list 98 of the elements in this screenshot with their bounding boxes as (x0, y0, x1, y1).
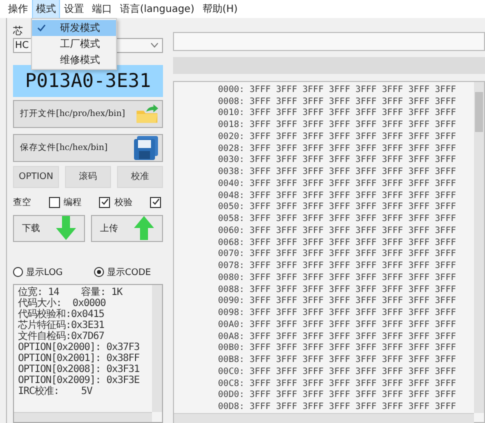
log-line: OPTION[0x2008]: 0x3F31 (18, 364, 140, 375)
hex-data: 3FFF 3FFF 3FFF 3FFF 3FFF 3FFF 3FFF 3FFF (249, 202, 456, 212)
hex-data: 3FFF 3FFF 3FFF 3FFF 3FFF 3FFF 3FFF 3FFF (249, 320, 456, 330)
menu-item[interactable]: 操作 (4, 0, 32, 19)
hex-address: 0028: (218, 144, 244, 154)
checkbox-label: 校验 (114, 196, 132, 209)
log-line: 代码大小: 0x0000 (18, 298, 107, 309)
hex-data: 3FFF 3FFF 3FFF 3FFF 3FFF 3FFF 3FFF 3FFF (249, 332, 456, 342)
hex-address: 0008: (218, 96, 244, 107)
hex-address: 0000: (218, 84, 244, 95)
hex-data: 3FFF 3FFF 3FFF 3FFF 3FFF 3FFF 3FFF 3FFF (249, 366, 456, 377)
log-line: OPTION[0x2009]: 0x3F3E (18, 374, 140, 386)
hex-address: 0070: (218, 249, 244, 260)
menu-option[interactable]: 研发模式 (32, 20, 116, 36)
checkbox-label: 编程 (64, 196, 82, 209)
scrollbar[interactable] (474, 82, 484, 413)
hex-address: 0030: (218, 155, 244, 166)
log-line: 文件自检码:0x7D67 (18, 330, 106, 342)
hex-data: 3FFF 3FFF 3FFF 3FFF 3FFF 3FFF 3FFF 3FFF (249, 390, 456, 400)
hex-data: 3FFF 3FFF 3FFF 3FFF 3FFF 3FFF 3FFF 3FFF (249, 308, 456, 318)
hex-data: 3FFF 3FFF 3FFF 3FFF 3FFF 3FFF 3FFF 3FFF (249, 296, 456, 306)
hex-data: 3FFF 3FFF 3FFF 3FFF 3FFF 3FFF 3FFF 3FFF (249, 284, 456, 295)
hex-data: 3FFF 3FFF 3FFF 3FFF 3FFF 3FFF 3FFF 3FFF (249, 238, 456, 248)
scrollbar[interactable] (174, 413, 474, 423)
hex-data: 3FFF 3FFF 3FFF 3FFF 3FFF 3FFF 3FFF 3FFF (249, 378, 456, 389)
hex-data: 3FFF 3FFF 3FFF 3FFF 3FFF 3FFF 3FFF 3FFF (249, 144, 456, 154)
hex-address: 00C0: (218, 366, 244, 377)
radio-option[interactable]: 显示CODE (94, 266, 163, 279)
open-file-button[interactable]: 打开文件[hc/pro/hex/bin] (13, 100, 163, 128)
hex-address: 0068: (218, 238, 244, 248)
hex-data: 3FFF 3FFF 3FFF 3FFF 3FFF 3FFF 3FFF 3FFF (249, 355, 456, 366)
down-arrow-icon (56, 216, 76, 240)
hex-address: 00C8: (218, 378, 244, 389)
radio-option[interactable]: 显示LOG (13, 266, 82, 279)
menu-item[interactable]: 帮助(H) (198, 0, 242, 19)
save-file-button[interactable]: 保存文件[hc/hex/bin] (13, 134, 163, 162)
hex-address: 0020: (218, 132, 244, 142)
hex-address: 0010: (218, 108, 244, 118)
log-line: OPTION[0x2000]: 0x37F3 (18, 342, 140, 353)
hex-address: 0038: (218, 167, 244, 178)
hex-address: 0098: (218, 308, 244, 318)
action-button[interactable]: OPTION (13, 166, 59, 188)
hex-address: 00D0: (218, 390, 244, 400)
hex-data: 3FFF 3FFF 3FFF 3FFF 3FFF 3FFF 3FFF 3FFF (249, 178, 456, 189)
hex-address: 0090: (218, 296, 244, 306)
log-line: OPTION[0x2001]: 0x38FF (18, 352, 140, 364)
hex-address: 00A0: (218, 320, 244, 330)
menu-item[interactable]: 端口 (88, 0, 116, 19)
group-label: 芯 (13, 24, 23, 36)
hex-data: 3FFF 3FFF 3FFF 3FFF 3FFF 3FFF 3FFF 3FFF (249, 108, 456, 118)
hex-address: 0048: (218, 190, 244, 201)
action-button[interactable]: 滚码 (65, 166, 111, 188)
download-button[interactable]: 下载 (13, 214, 85, 242)
hex-data: 3FFF 3FFF 3FFF 3FFF 3FFF 3FFF 3FFF 3FFF (249, 190, 456, 201)
hex-address: 0018: (218, 120, 244, 130)
hex-data: 3FFF 3FFF 3FFF 3FFF 3FFF 3FFF 3FFF 3FFF (249, 155, 456, 166)
hex-data: 3FFF 3FFF 3FFF 3FFF 3FFF 3FFF 3FFF 3FFF (249, 84, 456, 95)
hex-data: 3FFF 3FFF 3FFF 3FFF 3FFF 3FFF 3FFF 3FFF (249, 132, 456, 142)
hex-data: 3FFF 3FFF 3FFF 3FFF 3FFF 3FFF 3FFF 3FFF (249, 343, 456, 354)
hex-address: 0080: (218, 272, 244, 283)
hex-address: 0060: (218, 226, 244, 236)
hex-address: 0040: (218, 178, 244, 189)
menu-item[interactable]: 语言(language) (116, 0, 198, 19)
floppy-disk-icon (133, 134, 159, 161)
hex-address: 0058: (218, 214, 244, 224)
menu-option[interactable]: 工厂模式 (32, 36, 116, 52)
up-arrow-icon (134, 216, 154, 240)
log-line: 位宽: 14 容量: 1K (18, 286, 124, 298)
hex-address: 00B8: (218, 355, 244, 366)
menu-item[interactable]: 模式 (32, 0, 60, 19)
chevron-down-icon (151, 42, 158, 48)
upload-button[interactable]: 上传 (91, 214, 163, 242)
hex-data: 3FFF 3FFF 3FFF 3FFF 3FFF 3FFF 3FFF 3FFF (249, 272, 456, 283)
checkbox[interactable] (150, 196, 162, 208)
hex-data: 3FFF 3FFF 3FFF 3FFF 3FFF 3FFF 3FFF 3FFF (249, 402, 456, 412)
checkbox[interactable] (48, 196, 60, 208)
hex-address: 00B0: (218, 343, 244, 354)
hex-data: 3FFF 3FFF 3FFF 3FFF 3FFF 3FFF 3FFF 3FFF (249, 226, 456, 236)
log-line: 代码校验和:0x0415 (18, 308, 106, 320)
hex-address: 00A8: (218, 332, 244, 342)
hex-address: 0050: (218, 202, 244, 212)
menu-item[interactable]: 设置 (60, 0, 88, 19)
hex-address: 00D8: (218, 402, 244, 412)
hex-data: 3FFF 3FFF 3FFF 3FFF 3FFF 3FFF 3FFF 3FFF (249, 167, 456, 178)
hex-data: 3FFF 3FFF 3FFF 3FFF 3FFF 3FFF 3FFF 3FFF (249, 214, 456, 224)
hex-address: 0078: (218, 261, 244, 272)
action-button[interactable]: 校准 (117, 166, 163, 188)
hex-data: 3FFF 3FFF 3FFF 3FFF 3FFF 3FFF 3FFF 3FFF (249, 249, 456, 260)
log-line: 芯片特征码:0x3E31 (18, 320, 106, 331)
hex-data: 3FFF 3FFF 3FFF 3FFF 3FFF 3FFF 3FFF 3FFF (249, 120, 456, 130)
hex-data: 3FFF 3FFF 3FFF 3FFF 3FFF 3FFF 3FFF 3FFF (249, 261, 456, 272)
hex-data: 3FFF 3FFF 3FFF 3FFF 3FFF 3FFF 3FFF 3FFF (249, 96, 456, 107)
input-field[interactable] (173, 32, 485, 51)
folder-icon (135, 104, 159, 124)
checkbox[interactable] (99, 196, 110, 208)
log-line: IRC校准: 5V (18, 386, 92, 397)
hex-address: 0088: (218, 284, 244, 295)
checkbox-label: 查空 (13, 196, 31, 209)
